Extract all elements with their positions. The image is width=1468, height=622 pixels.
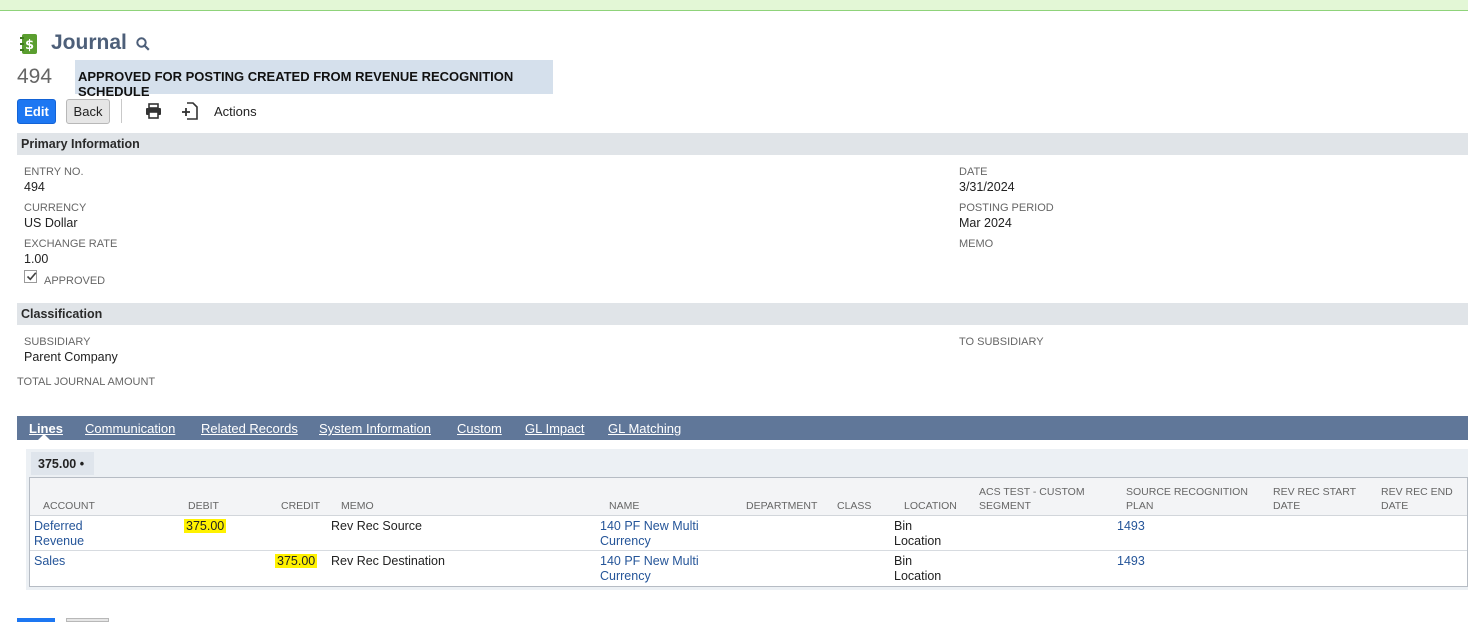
row2-source-plan[interactable]: 1493: [1117, 554, 1145, 569]
entry-no-label: ENTRY NO.: [24, 166, 84, 178]
lines-total-chip[interactable]: 375.00 •: [31, 452, 94, 475]
row1-name-line2[interactable]: Currency: [600, 534, 651, 549]
col-debit[interactable]: DEBIT: [188, 499, 219, 513]
row1-account-line1[interactable]: Deferred: [34, 519, 83, 534]
date-value: 3/31/2024: [959, 180, 1015, 194]
row1-location-line2: Location: [894, 534, 942, 548]
col-rev-rec-start-line1[interactable]: REV REC START: [1273, 485, 1356, 499]
classification-title: Classification: [21, 307, 103, 321]
row1-location-line1: Bin: [894, 519, 913, 533]
print-icon[interactable]: [145, 103, 162, 119]
tab-communication[interactable]: Communication: [85, 421, 175, 436]
col-rev-rec-start-line2: DATE: [1273, 500, 1301, 512]
toolbar-divider: [121, 99, 122, 123]
top-status-bar: [0, 0, 1468, 11]
posting-period-label: POSTING PERIOD: [959, 202, 1054, 214]
col-account[interactable]: ACCOUNT: [43, 499, 95, 513]
approved-label: APPROVED: [44, 275, 106, 287]
col-name[interactable]: NAME: [609, 499, 639, 513]
row1-name-line1[interactable]: 140 PF New Multi: [600, 519, 699, 534]
classification-header[interactable]: Classification: [17, 303, 1468, 325]
subtab-bar: Lines Communication Related Records Syst…: [17, 416, 1468, 440]
row2-memo: Rev Rec Destination: [331, 554, 445, 568]
total-journal-amount-label: TOTAL JOURNAL AMOUNT: [17, 376, 156, 388]
col-source-plan-line2: PLAN: [1126, 500, 1154, 512]
tab-gl-impact[interactable]: GL Impact: [525, 421, 584, 436]
row2-location-line2: Location: [894, 569, 942, 583]
col-acs-test-line2: SEGMENT: [979, 500, 1031, 512]
row2-location-line1: Bin: [894, 554, 913, 568]
col-memo[interactable]: MEMO: [341, 499, 374, 513]
entry-no-value: 494: [24, 180, 45, 194]
row-divider: [30, 550, 1467, 551]
lines-grid: ACCOUNT DEBIT CREDIT MEMO NAME DEPARTMEN…: [29, 477, 1468, 587]
active-tab-indicator: [38, 434, 50, 440]
col-class[interactable]: CLASS: [837, 499, 871, 513]
date-label: DATE: [959, 166, 988, 178]
currency-value: US Dollar: [24, 216, 78, 230]
tab-custom[interactable]: Custom: [457, 421, 502, 436]
col-department[interactable]: DEPARTMENT: [746, 499, 817, 513]
memo-label: MEMO: [959, 238, 994, 250]
col-source-plan-line1[interactable]: SOURCE RECOGNITION: [1126, 485, 1248, 499]
col-rev-rec-end-line2: DATE: [1381, 500, 1409, 512]
svg-text:$: $: [25, 38, 34, 53]
posting-period-value: Mar 2024: [959, 216, 1012, 230]
record-number: 494: [17, 65, 53, 88]
search-icon[interactable]: [136, 37, 150, 51]
page-title: Journal: [51, 31, 127, 54]
row2-name-line1[interactable]: 140 PF New Multi: [600, 554, 699, 569]
row1-debit: 375.00: [184, 519, 227, 533]
tab-gl-matching[interactable]: GL Matching: [608, 421, 681, 436]
primary-information-header[interactable]: Primary Information: [17, 133, 1468, 155]
col-credit[interactable]: CREDIT: [281, 499, 320, 513]
lines-grid-header: ACCOUNT DEBIT CREDIT MEMO NAME DEPARTMEN…: [30, 478, 1467, 516]
to-subsidiary-label: TO SUBSIDIARY: [959, 336, 1044, 348]
exchange-rate-label: EXCHANGE RATE: [24, 238, 118, 250]
exchange-rate-value: 1.00: [24, 252, 49, 266]
lines-total-value: 375.00 •: [38, 457, 85, 471]
primary-information-title: Primary Information: [21, 137, 140, 151]
back-button[interactable]: Back: [66, 99, 110, 124]
col-rev-rec-end-line1[interactable]: REV REC END: [1381, 485, 1453, 499]
subsidiary-value: Parent Company: [24, 350, 118, 364]
col-acs-test-line1[interactable]: ACS TEST - CUSTOM: [979, 485, 1085, 499]
record-memo-banner: APPROVED FOR POSTING CREATED FROM REVENU…: [75, 60, 553, 99]
edit-button[interactable]: Edit: [17, 99, 56, 124]
record-memo-text: APPROVED FOR POSTING CREATED FROM REVENU…: [78, 69, 514, 99]
subsidiary-label: SUBSIDIARY: [24, 336, 91, 348]
new-document-icon[interactable]: [181, 102, 198, 120]
approved-checkbox: [24, 270, 37, 283]
row2-credit: 375.00: [275, 554, 318, 568]
bottom-back-button[interactable]: [66, 618, 109, 622]
row1-account-line2[interactable]: Revenue: [34, 534, 84, 549]
currency-label: CURRENCY: [24, 202, 87, 214]
bottom-edit-button[interactable]: [17, 618, 55, 622]
row2-account-line1[interactable]: Sales: [34, 554, 65, 569]
journal-dollar-icon: $: [19, 33, 39, 55]
tab-related-records[interactable]: Related Records: [201, 421, 298, 436]
row1-memo: Rev Rec Source: [331, 519, 423, 533]
col-location[interactable]: LOCATION: [904, 499, 957, 513]
tab-system-information[interactable]: System Information: [319, 421, 431, 436]
row1-source-plan[interactable]: 1493: [1117, 519, 1145, 534]
row2-name-line2[interactable]: Currency: [600, 569, 651, 584]
actions-menu[interactable]: Actions: [214, 104, 257, 119]
